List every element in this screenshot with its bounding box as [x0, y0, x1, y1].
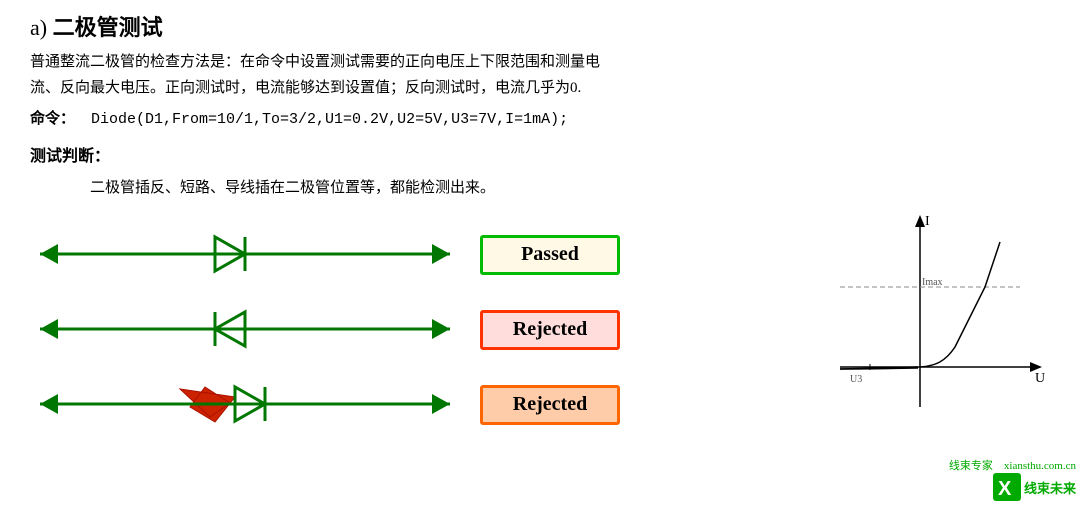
- command-text: Diode(D1,From=10/1,To=3/2,U1=0.2V,U2=5V,…: [91, 111, 568, 128]
- svg-text:U: U: [1035, 371, 1045, 386]
- command-line: 命令： Diode(D1,From=10/1,To=3/2,U1=0.2V,U2…: [30, 107, 1050, 128]
- test-judgment-label: 测试判断：: [30, 142, 1050, 166]
- svg-text:X: X: [998, 478, 1012, 500]
- watermark-logo: X 线束未来: [993, 473, 1076, 501]
- svg-text:Imax: Imax: [922, 277, 943, 288]
- circuit-row-1: Passed: [30, 217, 810, 292]
- watermark-logo-text: 线束未来: [1024, 478, 1076, 497]
- status-text-3: Rejected: [513, 393, 587, 416]
- section-title: a) 二极管测试: [30, 10, 1050, 42]
- status-badge-3: Rejected: [480, 385, 620, 425]
- description-line2: 流、反向最大电压。正向测试时，电流能够达到设置值；反向测试时，电流几乎为0.: [30, 80, 581, 96]
- circuit-svg-1: [30, 217, 460, 292]
- watermark: 线束专家 xiansthu.com.cn X 线束未来: [945, 453, 1080, 505]
- title-prefix: a): [30, 15, 53, 40]
- diagrams-area: Passed: [30, 217, 1050, 442]
- svg-text:I: I: [925, 214, 930, 229]
- iv-chart: I U Imax U3: [820, 207, 1050, 427]
- circuit-svg-3: [30, 367, 460, 442]
- status-text-2: Rejected: [513, 318, 587, 341]
- watermark-text1: 线束专家 xiansthu.com.cn: [949, 457, 1076, 473]
- circuit-row-2: Rejected: [30, 292, 810, 367]
- watermark-url: xiansthu.com.cn: [1004, 460, 1076, 472]
- circuits-column: Passed: [30, 217, 810, 442]
- description-line1: 普通整流二极管的检查方法是：在命令中设置测试需要的正向电压上下限范围和测量电: [30, 54, 600, 70]
- title-text: 二极管测试: [53, 15, 163, 40]
- svg-text:U3: U3: [850, 374, 862, 385]
- status-badge-2: Rejected: [480, 310, 620, 350]
- description-block: 普通整流二极管的检查方法是：在命令中设置测试需要的正向电压上下限范围和测量电 流…: [30, 50, 1050, 101]
- watermark-line1-text: 线束专家: [949, 460, 993, 472]
- circuit-row-3: Rejected: [30, 367, 810, 442]
- main-container: a) 二极管测试 普通整流二极管的检查方法是：在命令中设置测试需要的正向电压上下…: [0, 0, 1080, 505]
- command-label: 命令：: [30, 107, 75, 128]
- test-judgment-detail: 二极管插反、短路、导线插在二极管位置等，都能检测出来。: [90, 176, 1050, 197]
- status-badge-1: Passed: [480, 235, 620, 275]
- circuit-svg-2: [30, 292, 460, 367]
- status-text-1: Passed: [521, 243, 579, 266]
